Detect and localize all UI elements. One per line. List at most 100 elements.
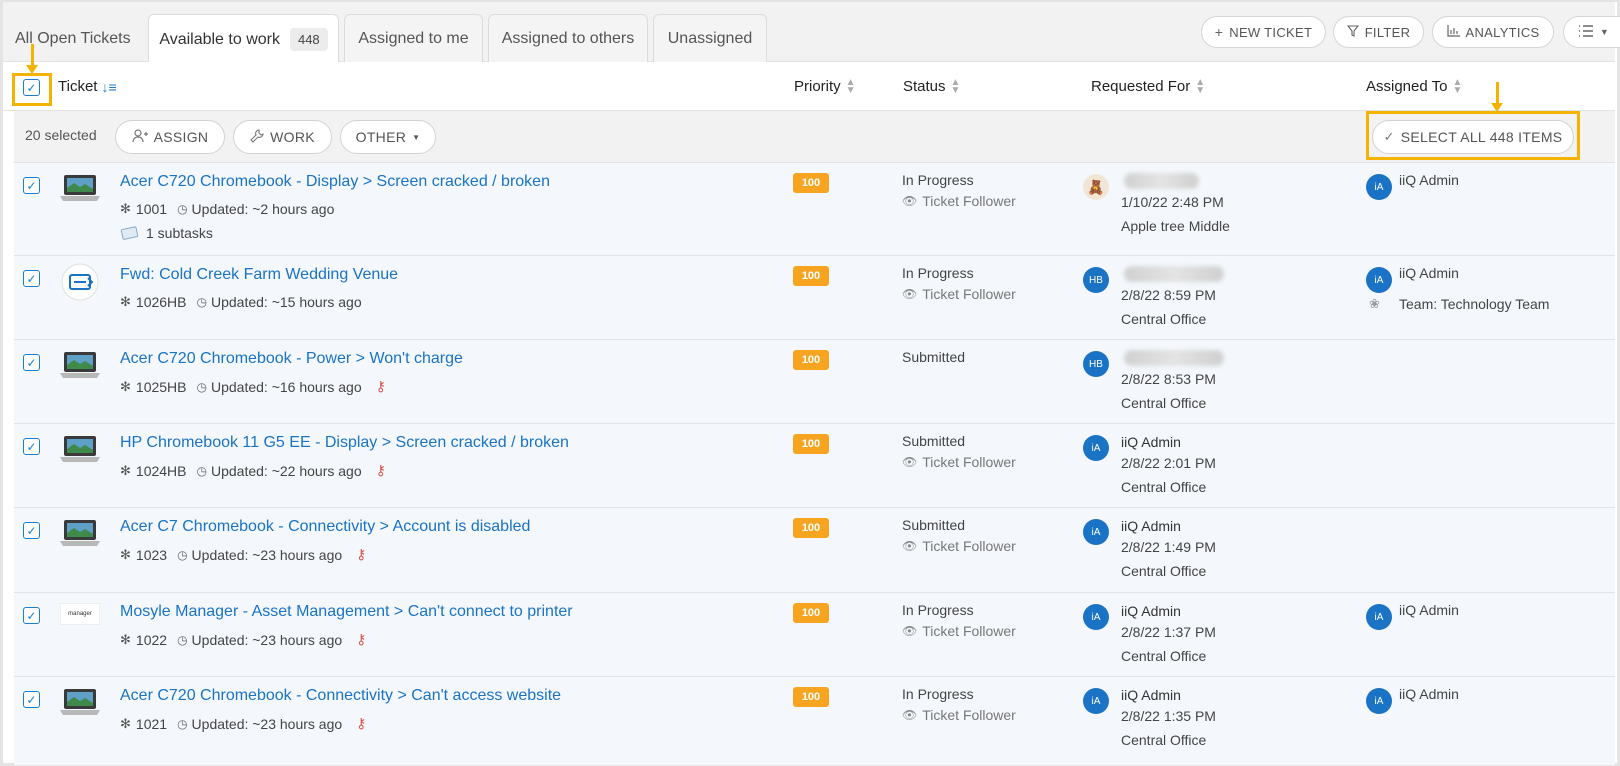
table-row[interactable]: ✓ Acer C720 Chromebook - Connectivity > C… bbox=[14, 677, 1615, 766]
requester-location: Central Office bbox=[1121, 395, 1207, 411]
row-checkbox[interactable]: ✓ bbox=[23, 177, 40, 194]
other-label: OTHER bbox=[355, 129, 407, 145]
priority-badge: 100 bbox=[793, 687, 829, 707]
column-header-assigned-to[interactable]: Assigned To ▲ ▼ bbox=[1366, 77, 1462, 95]
gear-icon: ✻ bbox=[120, 462, 131, 478]
requester-name: iiQ Admin bbox=[1121, 687, 1181, 703]
table-row[interactable]: ✓ Fwd: Cold Creek Farm Wedding Venue ✻ 1026… bbox=[14, 256, 1615, 340]
sort-icon: ▲ ▼ bbox=[1195, 76, 1206, 96]
ticket-follower: 👁︎ Ticket Follower bbox=[902, 707, 1016, 723]
filter-icon bbox=[1346, 24, 1359, 40]
request-date: 2/8/22 1:49 PM bbox=[1121, 539, 1216, 555]
ticket-status: Submitted bbox=[902, 517, 966, 533]
requester-location: Central Office bbox=[1121, 563, 1207, 579]
gear-icon: ✻ bbox=[120, 715, 131, 731]
new-ticket-button[interactable]: + NEW TICKET bbox=[1201, 16, 1326, 48]
column-label: Assigned To bbox=[1366, 78, 1448, 95]
wrench-icon: ⚷ bbox=[356, 631, 367, 647]
ticket-updated: Updated: ~23 hours ago bbox=[191, 631, 343, 648]
assignee-name: iiQ Admin bbox=[1399, 265, 1459, 281]
request-date: 2/8/22 1:37 PM bbox=[1121, 624, 1216, 640]
tab-assigned-to-me[interactable]: Assigned to me bbox=[344, 14, 483, 63]
requester-location: Central Office bbox=[1121, 648, 1207, 664]
ticket-status: Submitted bbox=[902, 433, 966, 449]
row-checkbox[interactable]: ✓ bbox=[23, 607, 40, 624]
eye-icon: 👁︎ bbox=[902, 194, 918, 208]
table-row[interactable]: ✓ Acer C7 Chromebook - Connectivity > Acc… bbox=[14, 508, 1615, 593]
analytics-button[interactable]: ANALYTICS bbox=[1432, 16, 1554, 48]
ticket-number: 1026HB bbox=[135, 294, 187, 310]
requester-avatar: HB bbox=[1083, 351, 1109, 377]
ticket-title-link[interactable]: Fwd: Cold Creek Farm Wedding Venue bbox=[120, 266, 398, 284]
column-header-status[interactable]: Status ▲ ▼ bbox=[903, 77, 960, 95]
add-user-icon bbox=[132, 128, 148, 146]
ticket-follower: 👁︎ Ticket Follower bbox=[902, 193, 1016, 209]
requester-name: iiQ Admin bbox=[1121, 603, 1181, 619]
ticket-follower: 👁︎ Ticket Follower bbox=[902, 623, 1016, 639]
row-checkbox[interactable]: ✓ bbox=[23, 522, 40, 539]
ticket-title-link[interactable]: HP Chromebook 11 G5 EE - Display > Scree… bbox=[120, 434, 569, 452]
tab-assigned-to-others[interactable]: Assigned to others bbox=[488, 14, 648, 63]
work-button[interactable]: WORK bbox=[233, 120, 332, 154]
tab-count-badge: 448 bbox=[289, 28, 328, 51]
sort-descending-icon: ↓≡ bbox=[101, 78, 117, 95]
row-checkbox[interactable]: ✓ bbox=[23, 438, 40, 455]
device-thumbnail: manager bbox=[60, 603, 100, 633]
row-checkbox[interactable]: ✓ bbox=[23, 270, 40, 287]
ticket-updated: Updated: ~2 hours ago bbox=[191, 201, 335, 217]
gear-icon: ✻ bbox=[120, 378, 131, 394]
table-row[interactable]: ✓ HP Chromebook 11 G5 EE - Display > Scre… bbox=[14, 424, 1615, 508]
ticket-follower: 👁︎ Ticket Follower bbox=[902, 454, 1016, 470]
clock-icon: ◷ bbox=[177, 547, 188, 562]
column-header-ticket[interactable]: Ticket ↓≡ bbox=[58, 78, 117, 95]
requester-location: Central Office bbox=[1121, 732, 1207, 748]
priority-badge: 100 bbox=[793, 173, 829, 193]
table-row[interactable]: ✓ manager Mosyle Manager - Asset Managemen… bbox=[14, 593, 1615, 677]
ticket-status: In Progress bbox=[902, 172, 974, 188]
row-checkbox[interactable]: ✓ bbox=[23, 354, 40, 371]
requester-avatar: HB bbox=[1083, 267, 1109, 293]
tab-available-to-work[interactable]: Available to work 448 bbox=[148, 14, 339, 64]
subtasks-count[interactable]: 1 subtasks bbox=[120, 225, 213, 241]
caret-down-icon: ▼ bbox=[412, 132, 421, 142]
ticket-title-link[interactable]: Acer C720 Chromebook - Connectivity > Ca… bbox=[120, 687, 561, 705]
ticket-meta: ✻ 1001 ◷ Updated: ~2 hours ago bbox=[120, 201, 334, 217]
requester-location: Central Office bbox=[1121, 479, 1207, 495]
filter-label: FILTER bbox=[1364, 24, 1411, 40]
column-label: Priority bbox=[794, 78, 841, 95]
ticket-title-link[interactable]: Acer C720 Chromebook - Power > Won't cha… bbox=[120, 350, 463, 368]
filter-button[interactable]: FILTER bbox=[1333, 16, 1424, 48]
wrench-icon: ⚷ bbox=[375, 462, 386, 478]
tab-label: Assigned to me bbox=[358, 30, 469, 47]
assign-button[interactable]: ASSIGN bbox=[115, 120, 225, 154]
other-dropdown-button[interactable]: OTHER ▼ bbox=[340, 120, 436, 154]
sort-icon: ▲ ▼ bbox=[845, 76, 856, 96]
ticket-status: In Progress bbox=[902, 686, 974, 702]
ticket-title-link[interactable]: Mosyle Manager - Asset Management > Can'… bbox=[120, 603, 573, 621]
table-row[interactable]: ✓ Acer C720 Chromebook - Power > Won't ch… bbox=[14, 340, 1615, 424]
ticket-title-link[interactable]: Acer C7 Chromebook - Connectivity > Acco… bbox=[120, 518, 530, 536]
row-checkbox[interactable]: ✓ bbox=[23, 691, 40, 708]
assignee-name: iiQ Admin bbox=[1399, 172, 1459, 188]
gear-icon: ✻ bbox=[120, 294, 131, 309]
tab-all-open-tickets[interactable]: All Open Tickets bbox=[3, 14, 143, 63]
device-thumbnail bbox=[60, 173, 100, 203]
tab-bar: All Open Tickets Available to work 448 A… bbox=[3, 2, 1620, 64]
highlight-select-all-checkbox bbox=[12, 73, 52, 106]
device-thumbnail bbox=[60, 263, 100, 301]
ticket-meta: ✻ 1026HB ◷ Updated: ~15 hours ago bbox=[120, 294, 362, 310]
column-label: Status bbox=[903, 78, 946, 95]
view-options-button[interactable]: ▼ bbox=[1563, 16, 1620, 48]
assignee-name: iiQ Admin bbox=[1399, 602, 1459, 618]
gear-icon: ✻ bbox=[120, 201, 131, 216]
column-header-requested-for[interactable]: Requested For ▲ ▼ bbox=[1091, 76, 1206, 96]
ticket-meta: ✻ 1025HB ◷ Updated: ~16 hours ago ⚷ bbox=[120, 378, 386, 395]
request-date: 2/8/22 2:01 PM bbox=[1121, 455, 1216, 471]
requester-avatar: iA bbox=[1083, 688, 1109, 714]
table-row[interactable]: ✓ Acer C720 Chromebook - Display > Screen… bbox=[14, 163, 1615, 256]
assignee-avatar: iA bbox=[1366, 267, 1392, 293]
tab-unassigned[interactable]: Unassigned bbox=[653, 14, 767, 63]
column-header-priority[interactable]: Priority ▲ ▼ bbox=[794, 76, 856, 96]
ticket-title-link[interactable]: Acer C720 Chromebook - Display > Screen … bbox=[120, 173, 550, 191]
new-ticket-label: NEW TICKET bbox=[1229, 24, 1313, 40]
